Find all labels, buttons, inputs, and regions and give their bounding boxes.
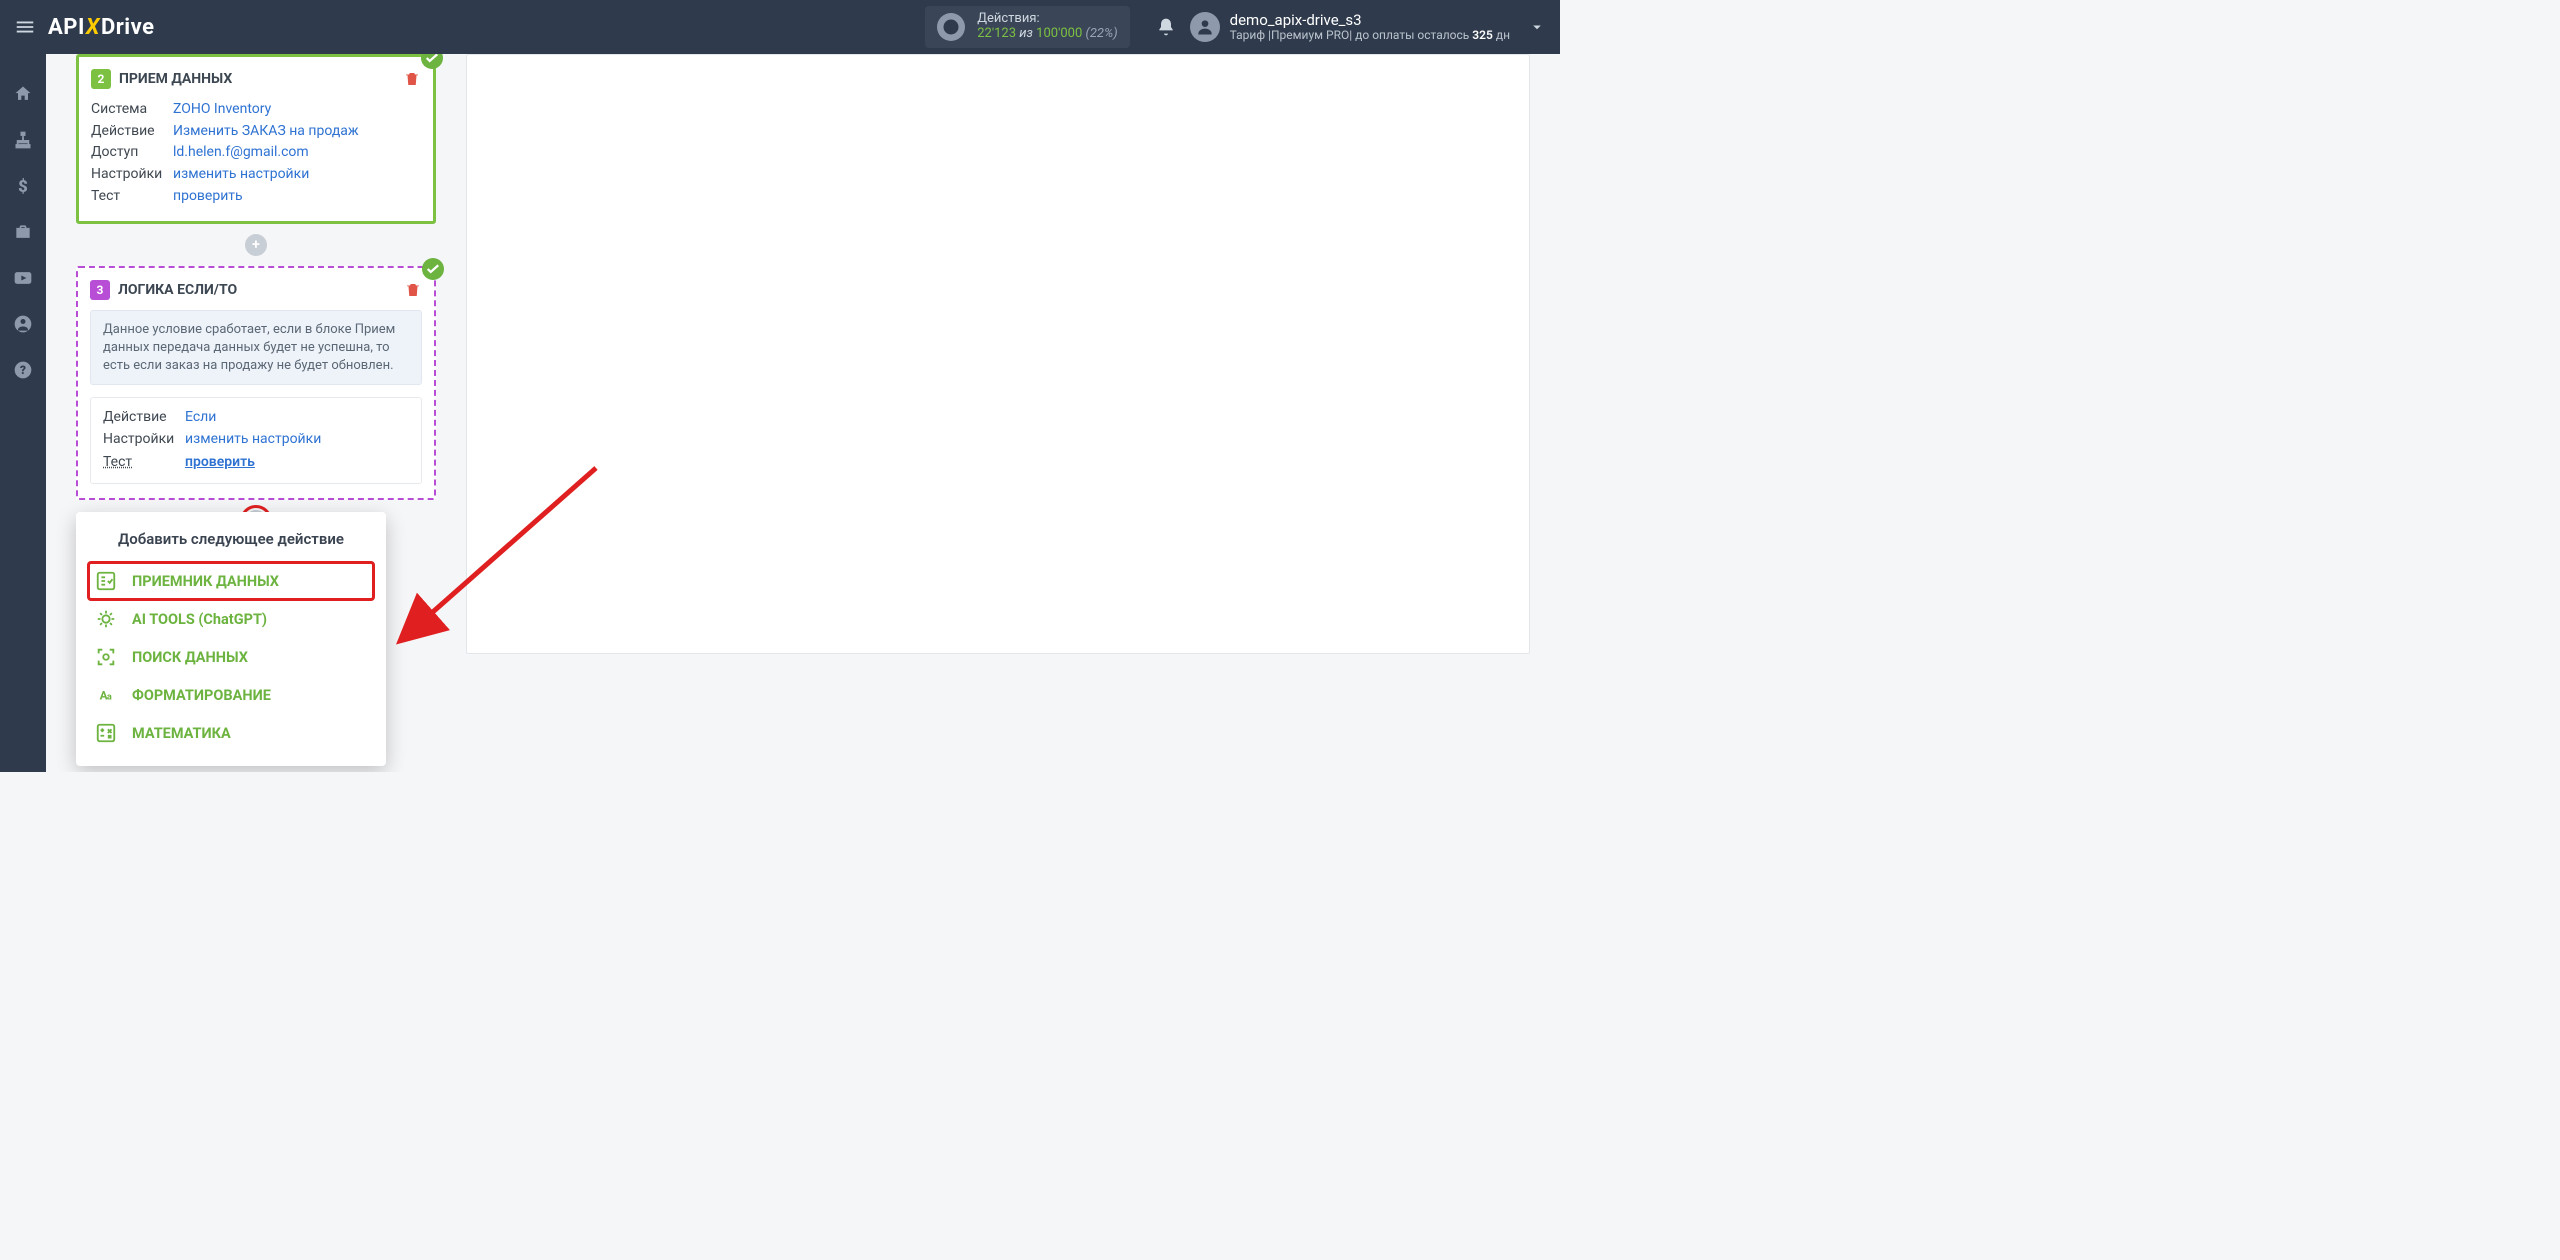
popup-title: Добавить следующее действие	[88, 530, 374, 548]
right-panel	[466, 54, 1530, 654]
video-icon[interactable]	[12, 268, 34, 288]
user-avatar-icon	[1190, 12, 1220, 42]
add-step-button[interactable]: +	[245, 234, 267, 256]
trash-icon[interactable]	[404, 281, 422, 299]
value-action[interactable]: Изменить ЗАКАЗ на продаж	[173, 121, 359, 143]
label-action: Действие	[91, 121, 173, 143]
content: 2 ПРИЕМ ДАННЫХ СистемаZOHO Inventory Дей…	[46, 54, 1560, 772]
profile-icon[interactable]	[12, 314, 34, 334]
ai-gear-icon	[94, 608, 118, 630]
popup-item-label: ПОИСК ДАННЫХ	[132, 649, 248, 666]
home-icon[interactable]	[12, 84, 34, 104]
card-title: ПРИЕМ ДАННЫХ	[119, 71, 403, 87]
popup-item-label: AI TOOLS (ChatGPT)	[132, 611, 267, 628]
briefcase-icon[interactable]	[12, 222, 34, 242]
notifications-icon[interactable]	[1156, 17, 1176, 37]
value-settings[interactable]: изменить настройки	[185, 428, 321, 450]
value-test[interactable]: проверить	[173, 186, 243, 208]
value-test[interactable]: проверить	[185, 451, 255, 473]
popup-item-data-search[interactable]: ПОИСК ДАННЫХ	[88, 638, 374, 676]
actions-label: Действия:	[977, 12, 1117, 27]
logo[interactable]: API X Drive	[48, 15, 155, 40]
logo-x-icon: X	[85, 15, 101, 40]
billing-icon[interactable]: $	[12, 176, 34, 196]
status-check-icon	[421, 54, 443, 69]
card-title: ЛОГИКА ЕСЛИ/ТО	[118, 282, 404, 298]
trash-icon[interactable]	[403, 70, 421, 88]
label-access: Доступ	[91, 142, 173, 164]
add-action-popup: Добавить следующее действие ПРИЕМНИК ДАН…	[76, 512, 386, 766]
label-action: Действие	[103, 406, 185, 428]
logo-drive: Drive	[101, 15, 155, 40]
text-format-icon: Aa	[94, 684, 118, 706]
label-test: Тест	[91, 186, 173, 208]
step-badge-3: 3	[90, 280, 110, 300]
svg-text:a: a	[107, 693, 112, 703]
info-icon: i	[937, 13, 965, 41]
workflow-column: 2 ПРИЕМ ДАННЫХ СистемаZOHO Inventory Дей…	[76, 54, 436, 654]
top-navbar: API X Drive i Действия: 22'123 из 100'00…	[0, 0, 1560, 54]
connections-icon[interactable]	[12, 130, 34, 150]
label-system: Система	[91, 99, 173, 121]
chevron-down-icon	[1528, 18, 1546, 36]
logo-api: API	[48, 15, 85, 40]
value-system[interactable]: ZOHO Inventory	[173, 99, 271, 121]
label-test: Тест	[103, 451, 185, 473]
condition-note: Данное условие сработает, если в блоке П…	[90, 310, 422, 385]
popup-item-label: ФОРМАТИРОВАНИЕ	[132, 687, 271, 704]
popup-item-math[interactable]: МАТЕМАТИКА	[88, 714, 374, 752]
value-action[interactable]: Если	[185, 406, 216, 428]
menu-button[interactable]	[14, 16, 36, 38]
list-check-icon	[94, 570, 118, 592]
left-sidebar: $ ?	[0, 54, 46, 772]
svg-text:$: $	[18, 178, 28, 196]
svg-text:?: ?	[20, 363, 26, 377]
step-badge-2: 2	[91, 69, 111, 89]
math-icon	[94, 722, 118, 744]
user-plan: Тариф |Премиум PRO| до оплаты осталось 3…	[1230, 28, 1510, 42]
card-data-receive[interactable]: 2 ПРИЕМ ДАННЫХ СистемаZOHO Inventory Дей…	[76, 54, 436, 224]
actions-counter[interactable]: i Действия: 22'123 из 100'000 (22%)	[925, 6, 1129, 48]
value-access[interactable]: ld.helen.f@gmail.com	[173, 142, 309, 164]
popup-item-label: ПРИЕМНИК ДАННЫХ	[132, 573, 279, 590]
help-icon[interactable]: ?	[12, 360, 34, 380]
popup-item-formatting[interactable]: Aa ФОРМАТИРОВАНИЕ	[88, 676, 374, 714]
svg-text:i: i	[950, 21, 953, 34]
popup-item-ai-tools[interactable]: AI TOOLS (ChatGPT)	[88, 600, 374, 638]
status-check-icon	[422, 258, 444, 280]
label-settings: Настройки	[103, 428, 185, 450]
popup-item-data-receiver[interactable]: ПРИЕМНИК ДАННЫХ	[88, 562, 374, 600]
user-name: demo_apix-drive_s3	[1230, 12, 1510, 29]
scan-icon	[94, 646, 118, 668]
label-settings: Настройки	[91, 164, 173, 186]
value-settings[interactable]: изменить настройки	[173, 164, 309, 186]
actions-values: 22'123 из 100'000 (22%)	[977, 27, 1117, 42]
user-menu[interactable]: demo_apix-drive_s3 Тариф |Премиум PRO| д…	[1190, 12, 1546, 43]
card-logic-ifthen[interactable]: 3 ЛОГИКА ЕСЛИ/ТО Данное условие сработае…	[76, 266, 436, 500]
popup-item-label: МАТЕМАТИКА	[132, 725, 231, 742]
